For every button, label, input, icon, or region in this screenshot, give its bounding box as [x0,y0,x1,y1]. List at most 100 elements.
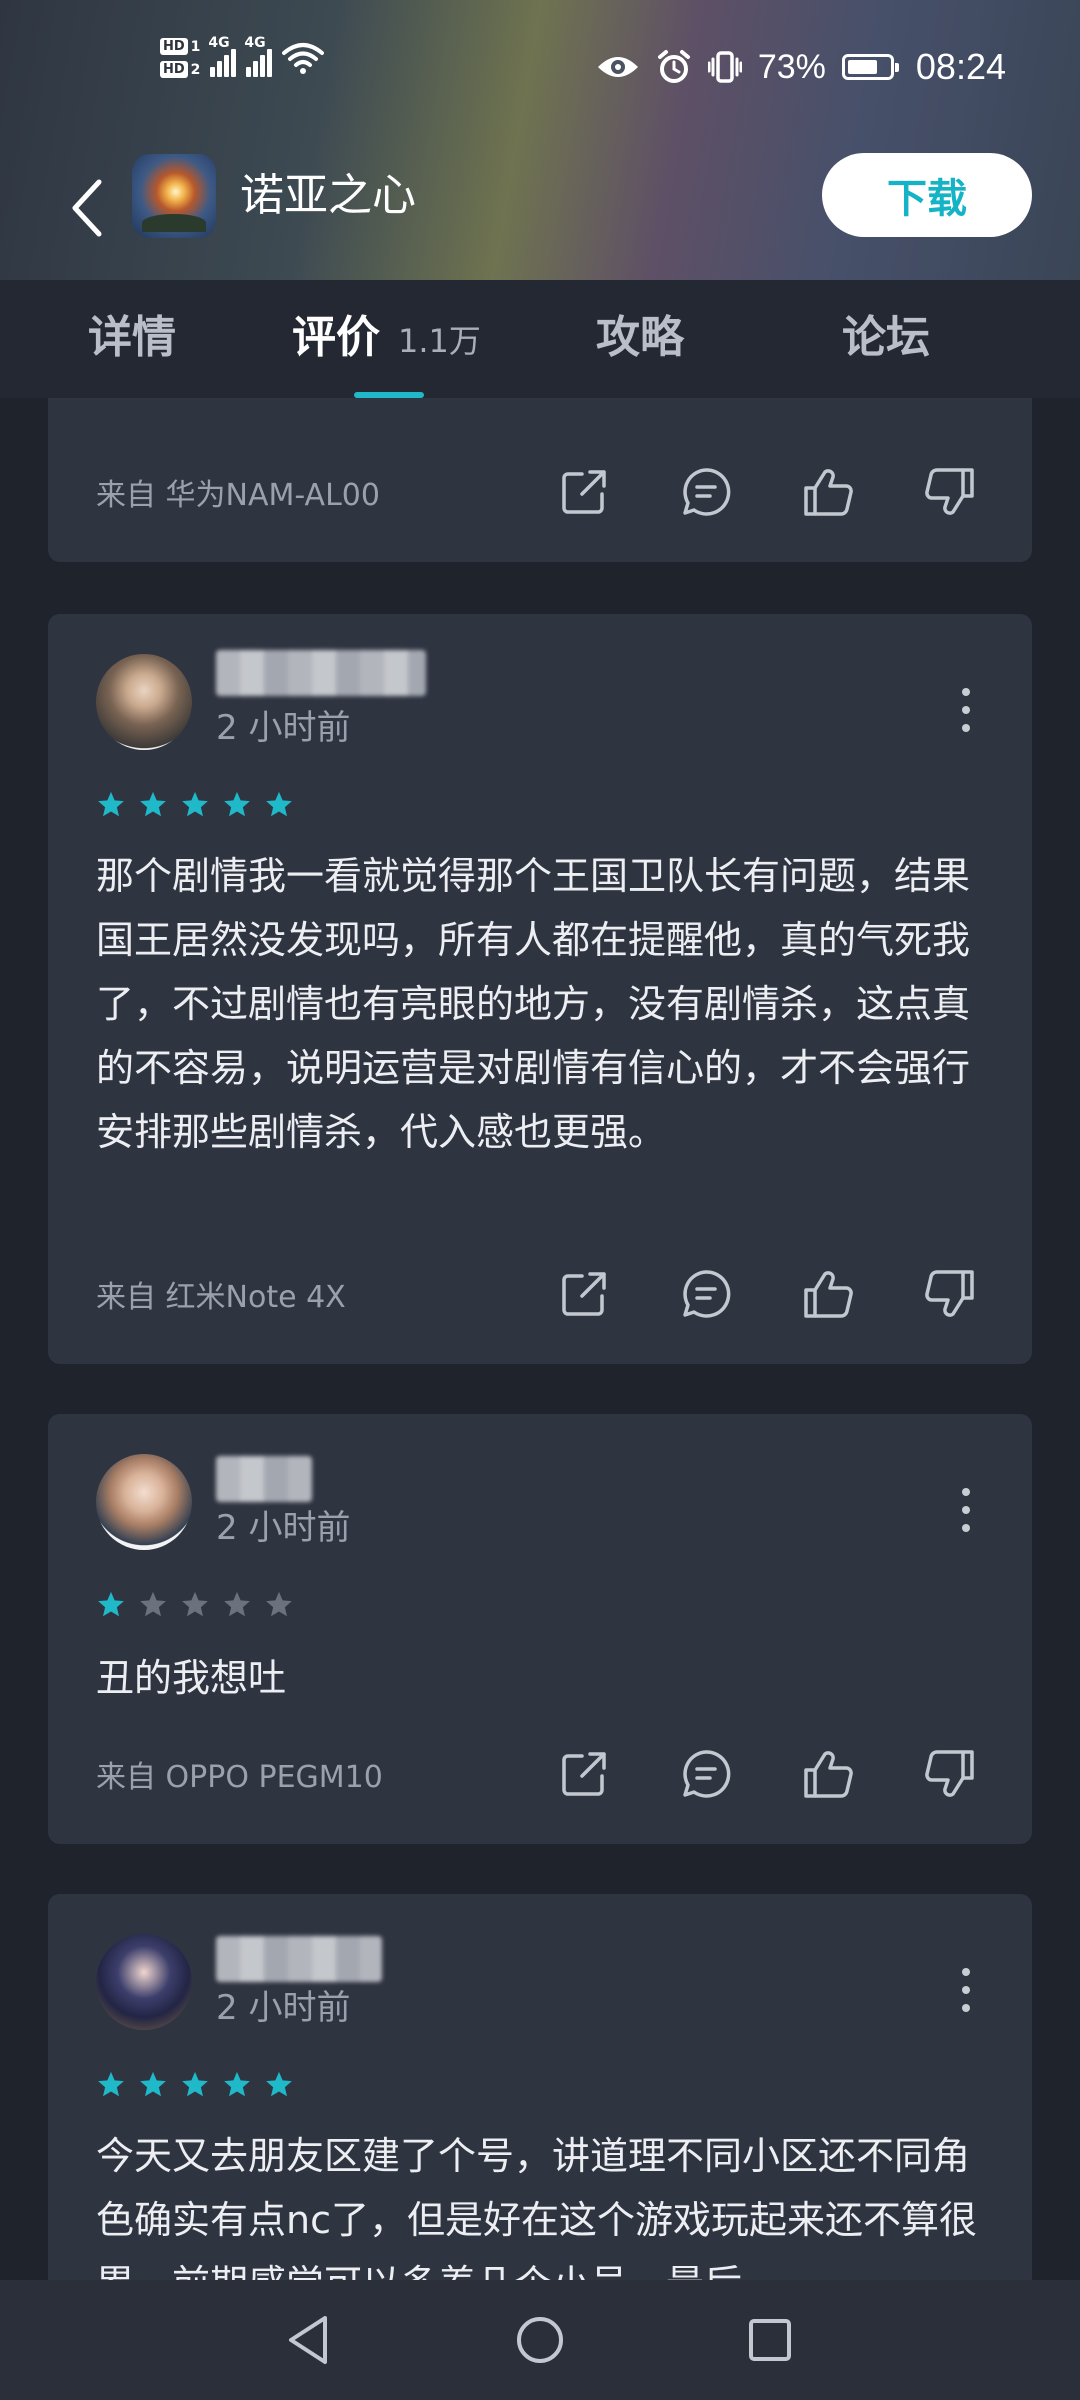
review-card: 实况。 来自 华为NAM-AL00 [48,398,1032,562]
battery-icon [841,54,899,80]
more-options-button[interactable] [960,688,972,732]
comment-icon [683,1270,731,1318]
tab-bar: 详情 评价 1.1万 攻略 论坛 [0,280,1080,398]
comment-button[interactable] [680,1748,732,1800]
dislike-button[interactable] [924,1748,976,1800]
username-blurred[interactable] [216,1456,312,1502]
download-button[interactable]: 下载 [822,153,1032,237]
status-right: 73% 08:24 [596,46,1006,88]
thumbs-up-icon [804,1271,853,1318]
signal-icon: 4G [244,35,273,77]
more-options-button[interactable] [960,1488,972,1532]
share-icon [562,1272,606,1316]
header: HD 1 HD 2 4G 4G 73% 08:24 诺亚之心 下载 [0,0,1080,280]
net1-label: 4G [208,35,230,51]
star-filled-icon [182,2071,208,2097]
review-card: 2 小时前 丑的我想吐 来自 OPPO PEGM10 [48,1414,1032,1844]
tab-label: 攻略 [596,312,684,363]
star-filled-icon [182,791,208,817]
star-filled-icon [98,791,124,817]
app-bar: 诺亚之心 下载 [0,140,1080,280]
star-empty-icon [140,1591,166,1617]
clock: 08:24 [915,46,1006,87]
share-button[interactable] [558,466,610,518]
tab-guides[interactable]: 攻略 [596,310,684,366]
username-blurred[interactable] [216,650,426,696]
star-filled-icon [140,2071,166,2097]
eye-icon [597,57,638,77]
thumbs-down-icon [925,1270,974,1317]
tab-details[interactable]: 详情 [88,310,176,366]
more-options-button[interactable] [960,1968,972,2012]
chevron-left-icon [72,179,102,237]
like-button[interactable] [802,466,854,518]
tab-forum[interactable]: 论坛 [842,310,930,366]
comment-icon [683,1750,731,1798]
review-actions [558,466,976,518]
wifi-icon [282,43,325,74]
review-text: 丑的我想吐 [96,1656,287,1700]
back-button[interactable] [62,168,112,248]
rating-stars [96,2070,294,2100]
rating-stars [96,790,294,820]
review-list[interactable]: 实况。 来自 华为NAM-AL00 2 小时前 那个剧情我一看就觉得那个王国卫队… [0,398,1080,2280]
device-source: 来自 OPPO PEGM10 [96,1760,383,1795]
star-filled-icon [98,1591,124,1617]
app-icon [132,154,216,238]
comment-button[interactable] [680,466,732,518]
thumbs-up-icon [804,1751,853,1798]
star-filled-icon [224,791,250,817]
tab-label: 论坛 [842,312,930,363]
username-blurred[interactable] [216,1936,382,1982]
nav-recents-button[interactable] [740,2310,800,2370]
thumbs-down-icon [925,1750,974,1797]
star-filled-icon [266,791,292,817]
triangle-back-icon [289,2316,327,2364]
tab-label: 评价 [292,312,380,363]
review-text: 今天又去朋友区建了个号，讲道理不同小区还不同角色确实有点nc了，但是好在这个游戏… [96,2134,977,2280]
share-button[interactable] [558,1268,610,1320]
star-empty-icon [182,1591,208,1617]
device-source: 来自 华为NAM-AL00 [96,478,380,513]
review-card: 2 小时前 那个剧情我一看就觉得那个王国卫队长有问题，结果国王居然没发现吗，所有… [48,614,1032,1364]
review-footer: 来自 华为NAM-AL00 [96,456,984,528]
like-button[interactable] [802,1748,854,1800]
alarm-icon [657,50,690,83]
review-count: 1.1万 [398,322,481,360]
star-filled-icon [98,2071,124,2097]
sim-indicators: HD 1 HD 2 [160,38,200,78]
avatar[interactable] [96,1454,192,1550]
dislike-button[interactable] [924,466,976,518]
avatar[interactable] [96,1934,192,2030]
like-button[interactable] [802,1268,854,1320]
share-button[interactable] [558,1748,610,1800]
star-filled-icon [224,2071,250,2097]
share-icon [562,470,606,514]
nav-back-button[interactable] [278,2310,338,2370]
share-icon [562,1752,606,1796]
sim2-num: 2 [190,61,201,78]
nav-home-button[interactable] [510,2310,570,2370]
tab-label: 详情 [88,312,176,363]
star-filled-icon [140,791,166,817]
thumbs-up-icon [804,469,853,516]
signal-icon: 4G [208,35,237,77]
review-card: 2 小时前 今天又去朋友区建了个号，讲道理不同小区还不同角色确实有点nc了，但是… [48,1894,1032,2280]
tab-reviews[interactable]: 评价 1.1万 [292,310,481,369]
star-empty-icon [224,1591,250,1617]
tab-indicator [354,392,424,398]
circle-home-icon [517,2317,563,2363]
avatar[interactable] [96,654,192,750]
sim1-hd: HD [160,38,188,55]
review-text: 那个剧情我一看就觉得那个王国卫队长有问题，结果国王居然没发现吗，所有人都在提醒他… [96,854,971,1154]
review-footer: 来自 红米Note 4X [96,1258,984,1330]
review-time: 2 小时前 [216,1988,351,2028]
dislike-button[interactable] [924,1268,976,1320]
sim2-hd: HD [160,61,188,78]
sim1-num: 1 [190,38,201,55]
star-empty-icon [266,1591,292,1617]
star-filled-icon [266,2071,292,2097]
review-text: 实况。 [96,398,984,414]
comment-button[interactable] [680,1268,732,1320]
square-recents-icon [749,2319,791,2361]
